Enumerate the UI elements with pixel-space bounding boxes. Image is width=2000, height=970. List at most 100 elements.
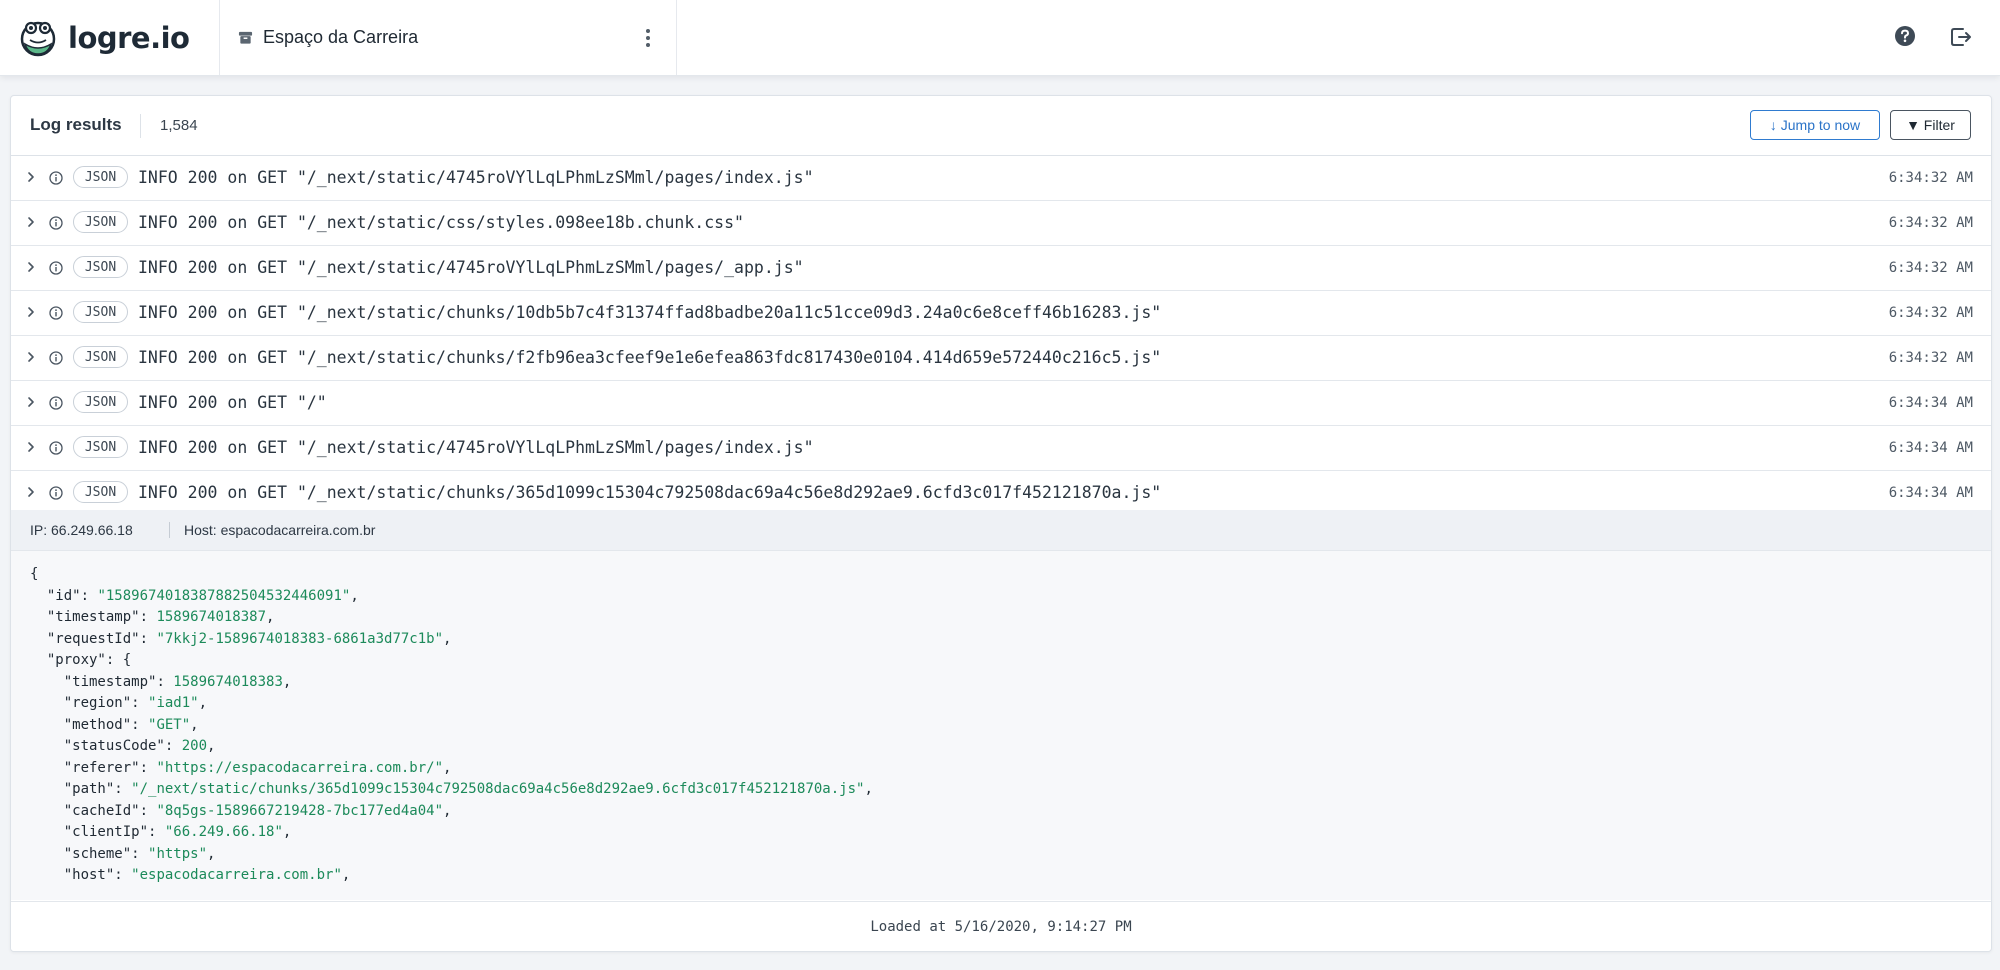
log-time: 6:34:32 AM <box>1888 215 1973 231</box>
json-key: "path" <box>63 781 115 797</box>
chevron-right-icon[interactable] <box>25 351 37 363</box>
json-value: "66.249.66.18" <box>164 824 283 840</box>
json-key: "referer" <box>63 759 140 776</box>
divider <box>140 114 141 138</box>
filter-button[interactable]: ▼ Filter <box>1890 110 1971 140</box>
log-row[interactable]: JSON INFO 200 on GET "/_next/static/chunk… <box>11 291 1991 336</box>
json-line: "id": "158967401838788250453244609​1", <box>30 586 359 607</box>
json-value: "8q5gs-1589667219428-7bc177ed4a04" <box>156 802 444 819</box>
log-time: 6:34:34 AM <box>1888 440 1973 456</box>
json-line: "scheme": "https", <box>30 844 216 865</box>
json-line: "method": "GET", <box>30 715 199 736</box>
chevron-right-icon[interactable] <box>25 261 37 273</box>
json-value: 1589674018383 <box>173 673 283 690</box>
json-punctuation <box>30 867 64 883</box>
info-circle-icon <box>49 171 63 185</box>
json-punctuation: , <box>266 609 275 625</box>
json-key: "region" <box>63 695 132 711</box>
json-key: "requestId" <box>46 630 140 647</box>
json-key: "timestamp" <box>63 673 157 690</box>
log-row[interactable]: JSON INFO 200 on GET "/_next/static/chunk… <box>11 336 1991 381</box>
json-value: "7kkj2-1589674018383-6861a3d77c1b" <box>156 630 444 647</box>
log-message: INFO 200 on GET "/_next/static/chunks/f2… <box>138 348 1162 367</box>
json-punctuation: : <box>156 673 174 690</box>
json-value: 200 <box>181 738 208 754</box>
json-line: "cacheId": "8q5gs-1589667219428-7bc177ed… <box>30 801 452 822</box>
info-circle-icon <box>49 216 63 230</box>
logo[interactable]: logre.io <box>18 18 190 58</box>
json-line: "timestamp": 1589674018387, <box>30 607 275 628</box>
project-selector[interactable]: Espaço da Carreira <box>238 0 418 75</box>
json-punctuation: , <box>341 867 351 883</box>
json-punctuation <box>30 717 64 733</box>
json-value: "espacodacarreira.com.br" <box>131 867 342 883</box>
json-value: "/_next/static/chunks/365d1099c15304c792… <box>131 781 865 797</box>
json-punctuation: : <box>139 802 157 819</box>
json-punctuation: { <box>30 566 39 582</box>
json-line: "referer": "https://espacodacarreira.com… <box>30 758 452 779</box>
log-row[interactable]: JSON INFO 200 on GET "/_next/static/4745r… <box>11 426 1991 471</box>
jump-to-now-button[interactable]: ↓ Jump to now <box>1750 110 1880 140</box>
kebab-menu-icon[interactable] <box>640 22 656 54</box>
json-punctuation: , <box>207 845 216 862</box>
json-punctuation: : <box>131 695 149 711</box>
chevron-right-icon[interactable] <box>25 486 37 498</box>
json-punctuation: , <box>282 673 292 690</box>
footer-status: Loaded at 5/16/2020, 9:14:27 PM <box>11 901 1991 951</box>
json-punctuation: : <box>139 630 157 647</box>
json-line: "path": "/_next/static/chunks/365d1099c1… <box>30 779 873 800</box>
json-punctuation: : <box>148 824 165 840</box>
json-punctuation <box>30 824 64 840</box>
log-time: 6:34:32 AM <box>1888 170 1973 186</box>
log-message: INFO 200 on GET "/_next/static/css/style… <box>138 213 744 232</box>
chevron-right-icon[interactable] <box>25 216 37 228</box>
json-value: "https://espacodacarreira.com.br/" <box>156 759 444 776</box>
log-row[interactable]: JSON INFO 200 on GET "/_next/static/4745r… <box>11 156 1991 201</box>
json-punctuation: , <box>207 738 216 754</box>
logout-icon[interactable] <box>1949 25 1973 49</box>
log-row[interactable]: JSON INFO 200 on GET "/_next/static/css/s… <box>11 201 1991 246</box>
log-json-detail[interactable]: { "id": "158967401838788250453244609​1",… <box>11 551 1991 900</box>
json-line: { <box>30 564 38 585</box>
json-punctuation: , <box>282 824 292 840</box>
json-punctuation <box>30 609 47 625</box>
log-row[interactable]: JSON INFO 200 on GET "/" 6:34:34 AM <box>11 381 1991 426</box>
log-message: INFO 200 on GET "/" <box>138 393 327 412</box>
json-punctuation: , <box>350 587 359 604</box>
chevron-right-icon[interactable] <box>25 306 37 318</box>
json-key: "method" <box>63 716 132 733</box>
json-punctuation: , <box>443 630 452 647</box>
panel-header: Log results 1,584 ↓ Jump to now ▼ Filter <box>11 96 1991 156</box>
chevron-right-icon[interactable] <box>25 441 37 453</box>
json-punctuation <box>30 738 64 754</box>
json-line: "clientIp": "66.249.66.18", <box>30 822 292 843</box>
json-key: "cacheId" <box>63 802 140 819</box>
json-punctuation <box>30 652 47 668</box>
log-time: 6:34:32 AM <box>1888 260 1973 276</box>
info-circle-icon <box>49 261 63 275</box>
json-key: "timestamp" <box>46 609 140 625</box>
request-host: Host: espacodacarreira.com.br <box>184 522 376 538</box>
json-punctuation: : <box>139 609 157 625</box>
chevron-right-icon[interactable] <box>25 171 37 183</box>
json-line: "timestamp": 1589674018383, <box>30 672 292 693</box>
json-punctuation: , <box>198 695 208 711</box>
divider <box>219 0 220 75</box>
log-time: 6:34:34 AM <box>1888 395 1973 411</box>
json-line: "requestId": "7kkj2-1589674018383-6861a3… <box>30 629 452 650</box>
chevron-right-icon[interactable] <box>25 396 37 408</box>
log-row[interactable]: JSON INFO 200 on GET "/_next/static/4745r… <box>11 246 1991 291</box>
help-circle-icon[interactable] <box>1894 25 1916 47</box>
json-key: "proxy" <box>46 652 106 668</box>
json-punctuation <box>30 846 64 862</box>
json-punctuation <box>30 760 64 776</box>
format-badge: JSON <box>73 256 128 278</box>
frog-logo-icon <box>20 21 56 57</box>
app-name: logre.io <box>68 21 190 55</box>
divider <box>676 0 677 75</box>
json-punctuation <box>30 631 47 647</box>
json-key: "clientIp" <box>63 824 149 840</box>
json-punctuation <box>30 781 64 797</box>
json-line: "region": "iad1", <box>30 693 207 714</box>
json-punctuation: , <box>864 781 873 797</box>
